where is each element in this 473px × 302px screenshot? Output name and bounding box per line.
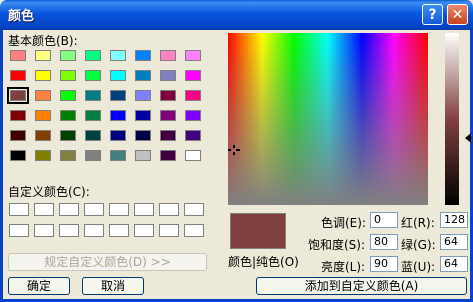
basic-color-swatch[interactable] (60, 110, 76, 121)
color-solid-label: 颜色|纯色(O) (228, 255, 299, 269)
basic-color-swatch[interactable] (185, 90, 201, 101)
basic-color-swatch[interactable] (110, 50, 126, 61)
basic-color-swatch[interactable] (60, 90, 76, 101)
basic-color-swatch[interactable] (160, 70, 176, 81)
basic-color-swatch[interactable] (135, 110, 151, 121)
basic-color-swatch[interactable] (35, 90, 51, 101)
luminance-bar[interactable] (445, 33, 459, 205)
custom-color-swatch[interactable] (9, 203, 29, 216)
color-spectrum[interactable] (228, 33, 428, 205)
basic-color-swatch[interactable] (135, 130, 151, 141)
custom-color-swatch[interactable] (134, 224, 154, 237)
basic-color-swatch[interactable] (135, 150, 151, 161)
basic-color-swatch[interactable] (135, 50, 151, 61)
add-to-custom-colors-button[interactable]: 添加到自定义颜色(A) (256, 277, 467, 295)
cancel-button[interactable]: 取消 (82, 277, 144, 295)
basic-color-swatch[interactable] (10, 150, 26, 161)
basic-color-swatch[interactable] (35, 150, 51, 161)
basic-color-swatch[interactable] (35, 70, 51, 81)
green-input[interactable]: 64 (440, 234, 468, 250)
custom-color-swatch[interactable] (34, 224, 54, 237)
basic-color-swatch[interactable] (85, 150, 101, 161)
red-label: 红(R): (401, 216, 435, 230)
spectrum-crosshair (228, 145, 240, 155)
close-button[interactable]: ✕ (447, 4, 468, 25)
basic-color-swatch[interactable] (85, 110, 101, 121)
custom-color-swatch[interactable] (109, 224, 129, 237)
ok-button[interactable]: 确定 (8, 277, 70, 295)
luminance-label: 亮度(L): (321, 260, 366, 274)
basic-color-swatch[interactable] (185, 150, 201, 161)
basic-color-swatch[interactable] (160, 50, 176, 61)
basic-color-swatch[interactable] (60, 70, 76, 81)
custom-color-swatch[interactable] (59, 224, 79, 237)
custom-color-swatch[interactable] (9, 224, 29, 237)
custom-colors-label: 自定义颜色(C): (8, 185, 90, 199)
basic-color-swatch[interactable] (60, 150, 76, 161)
hue-label: 色调(E): (321, 216, 366, 230)
title-bar[interactable]: 颜色 ? ✕ (0, 0, 473, 30)
basic-color-swatch[interactable] (110, 110, 126, 121)
basic-color-swatch[interactable] (85, 90, 101, 101)
basic-color-swatch[interactable] (160, 130, 176, 141)
help-button[interactable]: ? (422, 4, 443, 25)
custom-color-swatch[interactable] (159, 224, 179, 237)
basic-color-swatch[interactable] (10, 130, 26, 141)
custom-color-swatch[interactable] (184, 224, 204, 237)
basic-color-swatch[interactable] (110, 70, 126, 81)
window-title: 颜色 (8, 9, 35, 24)
luminance-input[interactable]: 90 (370, 256, 398, 272)
basic-color-swatch[interactable] (110, 150, 126, 161)
blue-input[interactable]: 64 (440, 256, 468, 272)
basic-color-swatch[interactable] (185, 110, 201, 121)
custom-color-swatch[interactable] (184, 203, 204, 216)
basic-color-swatch[interactable] (160, 90, 176, 101)
basic-color-swatch[interactable] (7, 87, 29, 104)
custom-color-swatch[interactable] (84, 203, 104, 216)
blue-label: 蓝(U): (401, 260, 436, 274)
basic-color-swatch[interactable] (10, 70, 26, 81)
basic-color-swatch[interactable] (110, 130, 126, 141)
custom-color-swatch[interactable] (134, 203, 154, 216)
basic-color-swatch[interactable] (10, 110, 26, 121)
custom-color-swatch[interactable] (159, 203, 179, 216)
custom-color-swatch[interactable] (34, 203, 54, 216)
red-input[interactable]: 128 (440, 212, 468, 228)
saturation-input[interactable]: 80 (370, 234, 398, 250)
basic-color-swatch[interactable] (85, 70, 101, 81)
luminance-slider-arrow[interactable] (465, 133, 471, 143)
basic-color-swatch[interactable] (185, 50, 201, 61)
basic-color-swatch[interactable] (135, 90, 151, 101)
saturation-label: 饱和度(S): (308, 238, 366, 252)
custom-color-swatch[interactable] (109, 203, 129, 216)
basic-color-swatch[interactable] (185, 130, 201, 141)
basic-color-swatch[interactable] (10, 50, 26, 61)
basic-color-swatch[interactable] (60, 130, 76, 141)
hue-input[interactable]: 0 (370, 212, 398, 228)
basic-color-swatch[interactable] (35, 50, 51, 61)
basic-color-swatch[interactable] (35, 130, 51, 141)
basic-color-swatch[interactable] (85, 130, 101, 141)
basic-color-swatch[interactable] (160, 150, 176, 161)
basic-color-swatch[interactable] (160, 110, 176, 121)
define-custom-colors-button[interactable]: 规定自定义颜色(D) >> (8, 253, 207, 271)
basic-color-swatch[interactable] (110, 90, 126, 101)
custom-color-swatch[interactable] (84, 224, 104, 237)
basic-colors-label: 基本颜色(B): (8, 34, 78, 48)
green-label: 绿(G): (401, 238, 436, 252)
basic-color-swatch[interactable] (60, 50, 76, 61)
color-preview (230, 213, 286, 249)
custom-color-swatch[interactable] (59, 203, 79, 216)
basic-color-swatch[interactable] (135, 70, 151, 81)
basic-color-swatch[interactable] (185, 70, 201, 81)
basic-color-swatch[interactable] (35, 110, 51, 121)
basic-color-swatch[interactable] (85, 50, 101, 61)
